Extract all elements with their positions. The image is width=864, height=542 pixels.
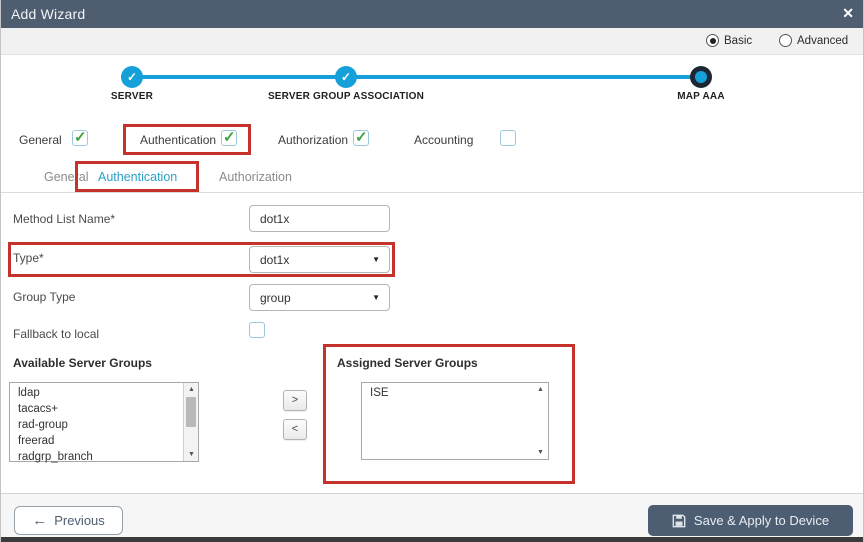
check-icon: ✓ — [355, 129, 368, 146]
group-type-select-value: group — [260, 290, 291, 305]
highlight-box-type-row — [8, 242, 395, 277]
list-item[interactable]: rad-group — [10, 417, 182, 433]
scroll-up-icon[interactable]: ▲ — [184, 383, 199, 396]
radio-basic-label: Basic — [724, 34, 753, 47]
bottom-border-strip — [1, 537, 863, 542]
toggle-authorization-checkbox[interactable]: ✓ — [353, 129, 369, 146]
step-server-check-icon[interactable]: ✓ — [121, 66, 143, 88]
highlight-box-authentication-toggle — [123, 124, 251, 155]
method-list-name-label: Method List Name* — [13, 212, 116, 226]
tab-separator — [1, 192, 863, 193]
step-server-group-check-icon[interactable]: ✓ — [335, 66, 357, 88]
available-server-groups-label: Available Server Groups — [13, 356, 152, 370]
stepper-track — [132, 75, 701, 79]
fallback-to-local-label: Fallback to local — [13, 327, 100, 341]
toggle-general-label: General — [19, 133, 62, 147]
step-label-server-group-association: SERVER GROUP ASSOCIATION — [267, 91, 425, 102]
scroll-down-icon[interactable]: ▼ — [184, 448, 199, 461]
available-server-groups-list[interactable]: ldap tacacs+ rad-group freerad radgrp_br… — [9, 382, 199, 465]
highlight-box-authentication-tab — [75, 161, 199, 192]
radio-advanced-icon — [779, 34, 792, 47]
fallback-to-local-checkbox[interactable] — [249, 322, 265, 338]
radio-advanced-label: Advanced — [797, 34, 849, 47]
step-label-server: SERVER — [110, 91, 154, 102]
dialog-titlebar: Add Wizard — [1, 0, 863, 28]
group-type-select[interactable]: group ▼ — [249, 284, 390, 311]
toggle-accounting-checkbox[interactable] — [500, 130, 516, 146]
scrollbar-thumb[interactable] — [186, 397, 196, 427]
mode-row: Basic Advanced — [1, 28, 863, 55]
close-icon[interactable]: ✕ — [842, 4, 854, 22]
dialog-footer: ← Previous Save & Apply to Device — [1, 493, 863, 537]
tab-authorization[interactable]: Authorization — [219, 170, 292, 184]
add-wizard-dialog: Add Wizard ✕ Basic Advanced ✓ ✓ SERVER S… — [0, 0, 864, 542]
scrollbar[interactable]: ▲ ▼ — [183, 383, 198, 461]
radio-basic-icon — [706, 34, 719, 47]
list-item[interactable]: ldap — [10, 385, 182, 401]
method-list-name-input[interactable] — [249, 205, 390, 232]
save-apply-button[interactable]: Save & Apply to Device — [648, 505, 853, 536]
move-left-button[interactable]: < — [283, 419, 307, 440]
previous-button-label: Previous — [54, 513, 105, 528]
move-right-button[interactable]: > — [283, 390, 307, 411]
dialog-title: Add Wizard — [11, 6, 86, 22]
toggle-authorization-label: Authorization — [278, 133, 349, 147]
toggle-accounting-label: Accounting — [414, 133, 474, 147]
list-item[interactable]: tacacs+ — [10, 401, 182, 417]
toggle-general-checkbox[interactable]: ✓ — [72, 129, 88, 146]
list-item[interactable]: freerad — [10, 433, 182, 449]
radio-basic[interactable]: Basic — [706, 34, 752, 47]
arrow-left-icon: ← — [32, 512, 48, 529]
check-icon: ✓ — [74, 129, 87, 146]
step-map-aaa-node[interactable] — [690, 66, 712, 88]
chevron-down-icon: ▼ — [372, 293, 380, 302]
save-icon — [672, 514, 686, 528]
highlight-box-assigned-groups — [323, 344, 575, 484]
radio-advanced[interactable]: Advanced — [779, 34, 848, 47]
previous-button[interactable]: ← Previous — [14, 506, 123, 535]
list-item[interactable]: radgrp_branch — [10, 449, 182, 465]
save-apply-button-label: Save & Apply to Device — [693, 513, 830, 528]
step-label-map-aaa: MAP AAA — [677, 91, 725, 102]
group-type-label: Group Type — [13, 290, 76, 304]
